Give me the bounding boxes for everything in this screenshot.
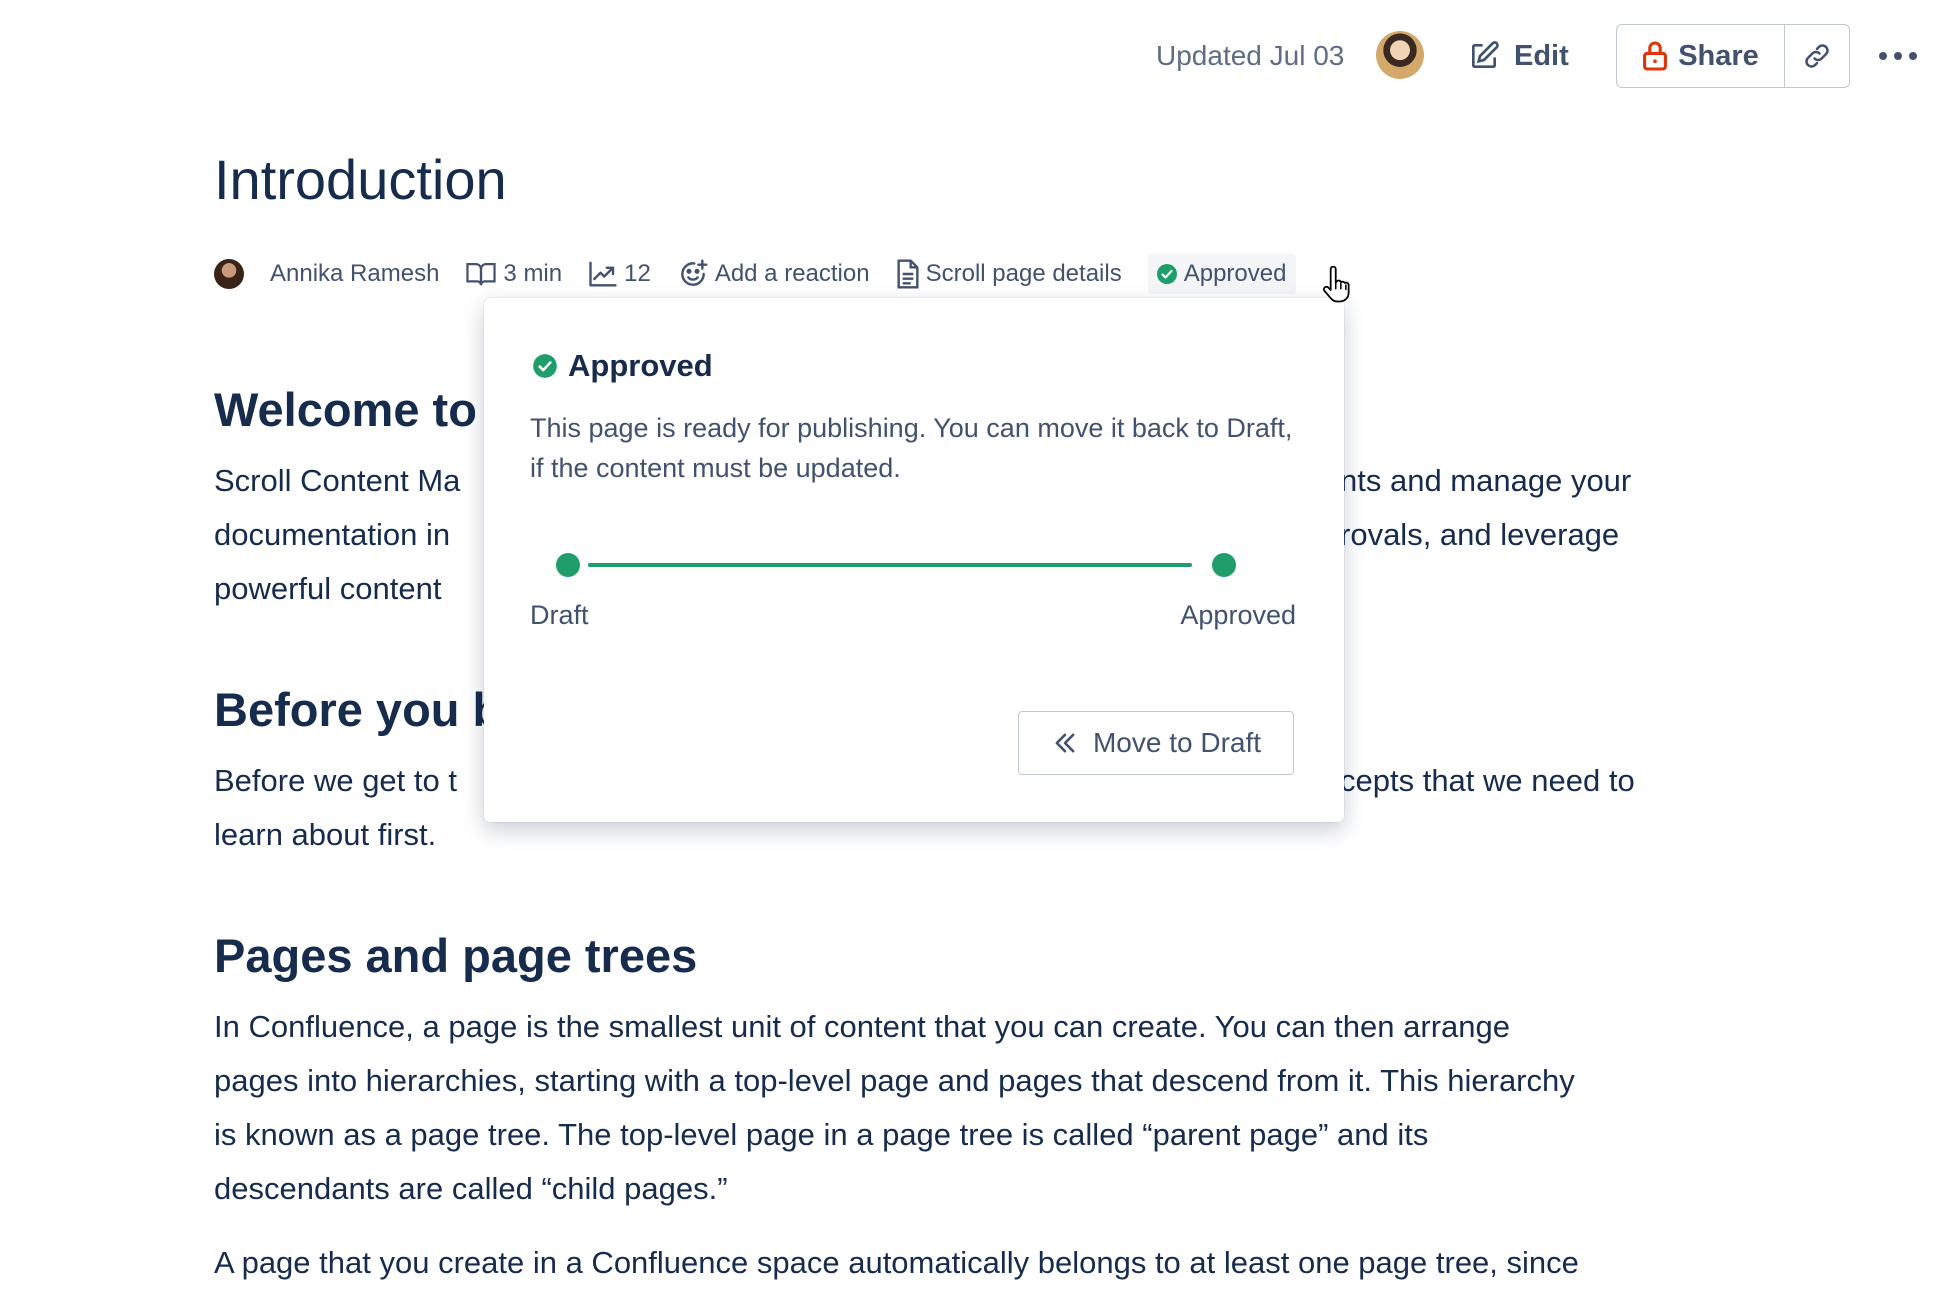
views-count[interactable]: 12: [588, 260, 651, 288]
document-icon: [897, 259, 919, 289]
share-button[interactable]: Share: [1617, 25, 1785, 87]
move-to-draft-label: Move to Draft: [1092, 727, 1262, 758]
add-reaction-label: Add a reaction: [714, 260, 870, 287]
scroll-page-details-label: Scroll page details: [925, 260, 1122, 287]
status-label: Approved: [1183, 260, 1287, 287]
before-right-line: cepts that we need to: [1340, 763, 1635, 798]
editor-avatar[interactable]: [1376, 31, 1424, 79]
link-icon: [1805, 44, 1829, 68]
hand-cursor-icon: [1323, 266, 1350, 303]
before-line-2: learn about first.: [214, 817, 437, 852]
page-title: Introduction: [214, 148, 507, 211]
author-name[interactable]: Annika Ramesh: [270, 260, 439, 288]
check-circle-icon: [533, 354, 557, 378]
edit-label: Edit: [1514, 39, 1569, 72]
add-reaction-button[interactable]: Add a reaction: [677, 258, 870, 290]
pages-line-2: pages into hierarchies, starting with a …: [214, 1063, 1575, 1098]
welcome-line-2: documentation in: [214, 517, 451, 552]
copy-link-button[interactable]: [1785, 25, 1849, 87]
edit-button[interactable]: Edit: [1468, 30, 1569, 82]
move-to-draft-button[interactable]: Move to Draft: [1018, 711, 1294, 775]
pages-line-5: A page that you create in a Confluence s…: [214, 1245, 1579, 1280]
status-track: [588, 563, 1192, 567]
popover-title-label: Approved: [568, 348, 713, 383]
pencil-icon: [1472, 41, 1499, 68]
more-actions-button[interactable]: [1876, 32, 1920, 80]
scroll-page-details[interactable]: Scroll page details: [896, 258, 1122, 290]
step-dot-draft: [556, 553, 580, 577]
heading-welcome: Welcome to: [214, 383, 477, 436]
lock-icon: [1643, 41, 1668, 71]
welcome-right-line-1: nts and manage your: [1340, 463, 1632, 498]
heading-pages-and-page-trees: Pages and page trees: [214, 929, 698, 982]
emoji-add-icon: [680, 259, 708, 286]
share-label: Share: [1678, 39, 1759, 72]
chevrons-left-icon: [1055, 733, 1075, 753]
check-circle-icon: [1156, 264, 1177, 284]
step-dot-approved: [1212, 553, 1236, 577]
read-time-label: 3 min: [503, 260, 563, 287]
analytics-icon: [589, 261, 617, 287]
heading-before-you-begin: Before you b: [214, 683, 502, 736]
share-group: Share: [1616, 24, 1850, 88]
updated-date: Updated Jul 03: [1156, 40, 1345, 71]
status-badge[interactable]: Approved: [1147, 254, 1297, 294]
more-horizontal-icon: [1879, 52, 1917, 60]
pages-line-4: descendants are called “child pages.”: [214, 1171, 728, 1206]
book-icon: [466, 263, 497, 286]
step-label-approved: Approved: [1180, 600, 1296, 630]
step-label-draft: Draft: [530, 600, 589, 630]
views-label: 12: [624, 260, 651, 287]
pages-line-3: is known as a page tree. The top-level p…: [214, 1117, 1429, 1152]
author-avatar[interactable]: [214, 259, 244, 289]
popover-description: This page is ready for publishing. You c…: [530, 413, 1293, 483]
welcome-line-3: powerful content: [214, 571, 442, 606]
before-line-1: Before we get to t: [214, 763, 457, 798]
read-time: 3 min: [465, 260, 562, 288]
welcome-right-line-2: rovals, and leverage: [1340, 517, 1620, 552]
pages-line-1: In Confluence, a page is the smallest un…: [214, 1009, 1510, 1044]
popover-title: Approved: [532, 348, 713, 384]
byline: Annika Ramesh 3 min 12 Add a reaction Sc…: [214, 252, 1297, 296]
status-popover: Approved This page is ready for publishi…: [484, 298, 1344, 822]
welcome-line-1: Scroll Content Ma: [214, 463, 461, 498]
